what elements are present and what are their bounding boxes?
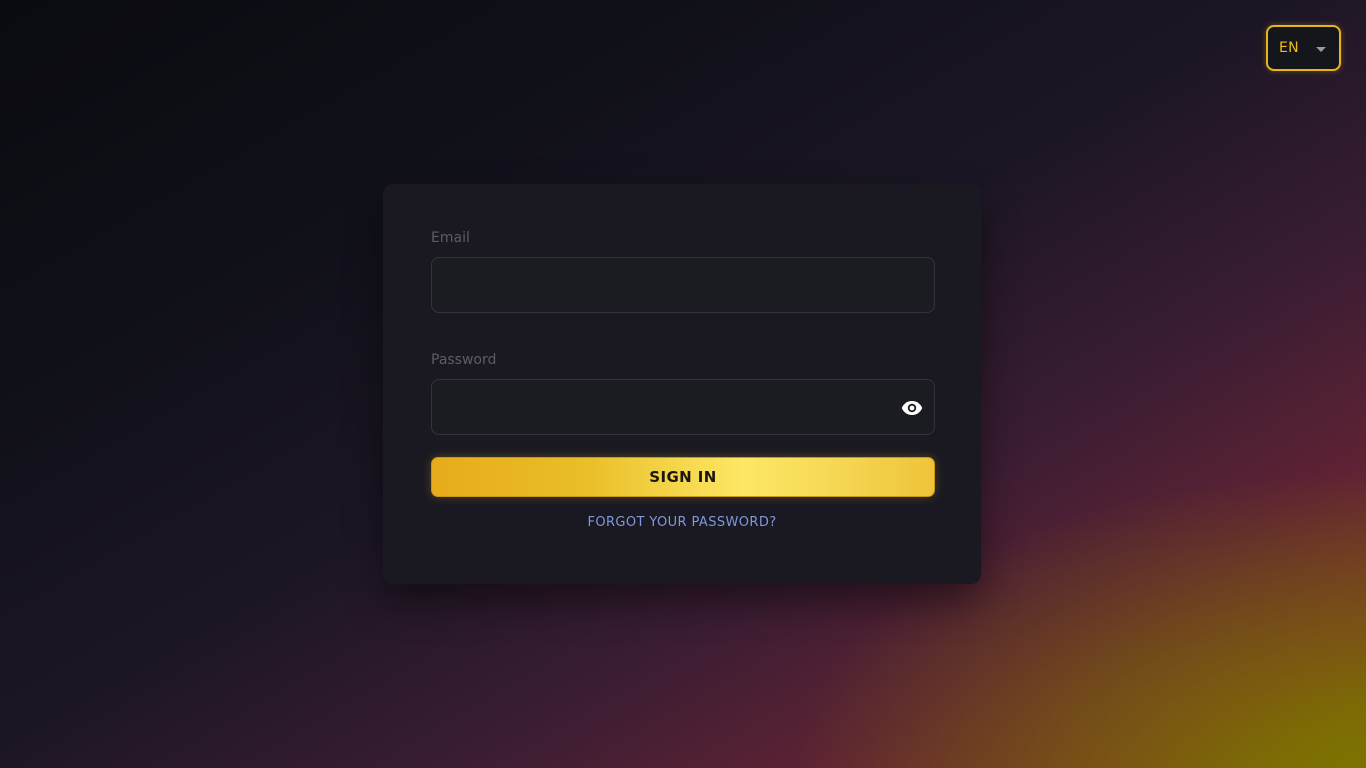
login-card: Email Password SIGN IN FORGOT YOUR PASSW… xyxy=(383,184,981,584)
language-selector-value: EN xyxy=(1279,40,1299,56)
eye-icon[interactable] xyxy=(898,394,926,422)
email-label: Email xyxy=(431,230,470,246)
email-field[interactable] xyxy=(432,258,934,312)
sign-in-button[interactable]: SIGN IN xyxy=(431,457,935,497)
password-field-container xyxy=(431,379,935,435)
language-selector[interactable]: EN xyxy=(1266,25,1341,71)
password-label: Password xyxy=(431,352,497,368)
chevron-down-icon xyxy=(1316,47,1326,52)
password-field[interactable] xyxy=(432,380,934,434)
email-field-container xyxy=(431,257,935,313)
forgot-password-link[interactable]: FORGOT YOUR PASSWORD? xyxy=(383,515,981,530)
